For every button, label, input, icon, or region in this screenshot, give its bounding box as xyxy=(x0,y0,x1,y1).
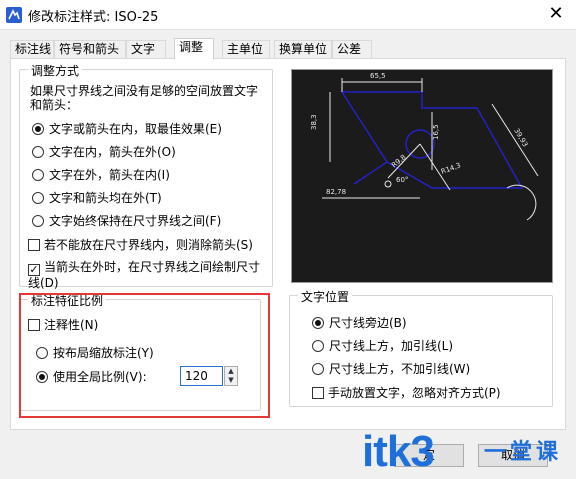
radio-text-or-arrows[interactable]: 文字或箭头在内，取最佳效果(E) xyxy=(32,122,222,136)
highlight-box xyxy=(19,293,270,418)
fit-options-group: 调整方式 如果尺寸界线之间没有足够的空间放置文字和箭头： 文字或箭头在内，取最佳… xyxy=(19,62,273,290)
close-icon[interactable]: ✕ xyxy=(546,4,566,24)
radio-indicator xyxy=(312,363,324,375)
preview-label-r2: R14,3 xyxy=(440,161,462,176)
radio-indicator xyxy=(312,340,324,352)
watermark: itk3 一堂课 xyxy=(362,428,572,476)
tab-text[interactable]: 文字 xyxy=(126,40,166,58)
text-placement-group: 文字位置 尺寸线旁边(B) 尺寸线上方，加引线(L) 尺寸线上方，不加引线(W)… xyxy=(289,288,553,407)
app-icon xyxy=(6,7,22,23)
radio-beside-dim-line[interactable]: 尺寸线旁边(B) xyxy=(312,316,407,330)
radio-text-outside-arrows-inside[interactable]: 文字在外，箭头在内(I) xyxy=(32,168,170,182)
watermark-subtext: 一堂课 xyxy=(484,440,563,465)
group-title: 调整方式 xyxy=(28,62,83,79)
checkbox-draw-dim-line[interactable]: ✓ 当箭头在外时，在尺寸界线之间绘制尺寸线(D) xyxy=(28,260,268,290)
checkbox-box xyxy=(28,239,40,251)
tab-panel: 调整方式 如果尺寸界线之间没有足够的空间放置文字和箭头： 文字或箭头在内，取最佳… xyxy=(10,58,566,430)
preview-label-center: 16,5 xyxy=(432,124,440,140)
preview-label-left: 38,3 xyxy=(310,114,318,130)
tab-dimension-lines[interactable]: 标注线 xyxy=(10,40,54,58)
radio-both-outside[interactable]: 文字和箭头均在外(T) xyxy=(32,191,162,205)
radio-indicator xyxy=(312,317,324,329)
checkbox-suppress-arrows[interactable]: 若不能放在尺寸界线内，则消除箭头(S) xyxy=(28,238,253,252)
fit-description: 如果尺寸界线之间没有足够的空间放置文字和箭头： xyxy=(30,84,259,112)
tab-tolerances[interactable]: 公差 xyxy=(332,40,372,58)
radio-text-always-between[interactable]: 文字始终保持在尺寸界线之间(F) xyxy=(32,214,221,228)
watermark-logo: itk3 xyxy=(362,427,435,476)
checkbox-box: ✓ xyxy=(28,263,40,276)
checkbox-manual-place[interactable]: 手动放置文字，忽略对齐方式(P) xyxy=(312,386,501,400)
dimension-preview: 65,5 38,3 39,93 16,5 60° R9,8 R14,3 82,7… xyxy=(291,69,553,283)
tab-symbols-arrows[interactable]: 符号和箭头 xyxy=(54,40,126,58)
checkbox-box xyxy=(312,387,324,399)
title-bar: 修改标注样式: ISO-25 ✕ xyxy=(0,0,576,30)
radio-over-without-leader[interactable]: 尺寸线上方，不加引线(W) xyxy=(312,362,470,376)
tab-fit[interactable]: 调整 xyxy=(174,38,214,59)
preview-drawing: 65,5 38,3 39,93 16,5 60° R9,8 R14,3 82,7… xyxy=(310,72,539,221)
preview-label-angle: 60° xyxy=(396,176,408,184)
radio-indicator xyxy=(32,123,44,135)
preview-label-top: 65,5 xyxy=(370,72,386,80)
radio-indicator xyxy=(32,192,44,204)
preview-label-right: 39,93 xyxy=(512,127,529,148)
radio-over-with-leader[interactable]: 尺寸线上方，加引线(L) xyxy=(312,339,453,353)
radio-indicator xyxy=(32,215,44,227)
radio-text-inside-arrows-outside[interactable]: 文字在内，箭头在外(O) xyxy=(32,145,176,159)
preview-label-bottom: 82,78 xyxy=(326,188,346,196)
window-title: 修改标注样式: ISO-25 xyxy=(28,10,159,25)
radio-indicator xyxy=(32,169,44,181)
radio-indicator xyxy=(32,146,44,158)
tab-alternate-units[interactable]: 换算单位 xyxy=(274,40,332,58)
tab-primary-units[interactable]: 主单位 xyxy=(222,40,270,58)
group-title: 文字位置 xyxy=(298,288,353,305)
